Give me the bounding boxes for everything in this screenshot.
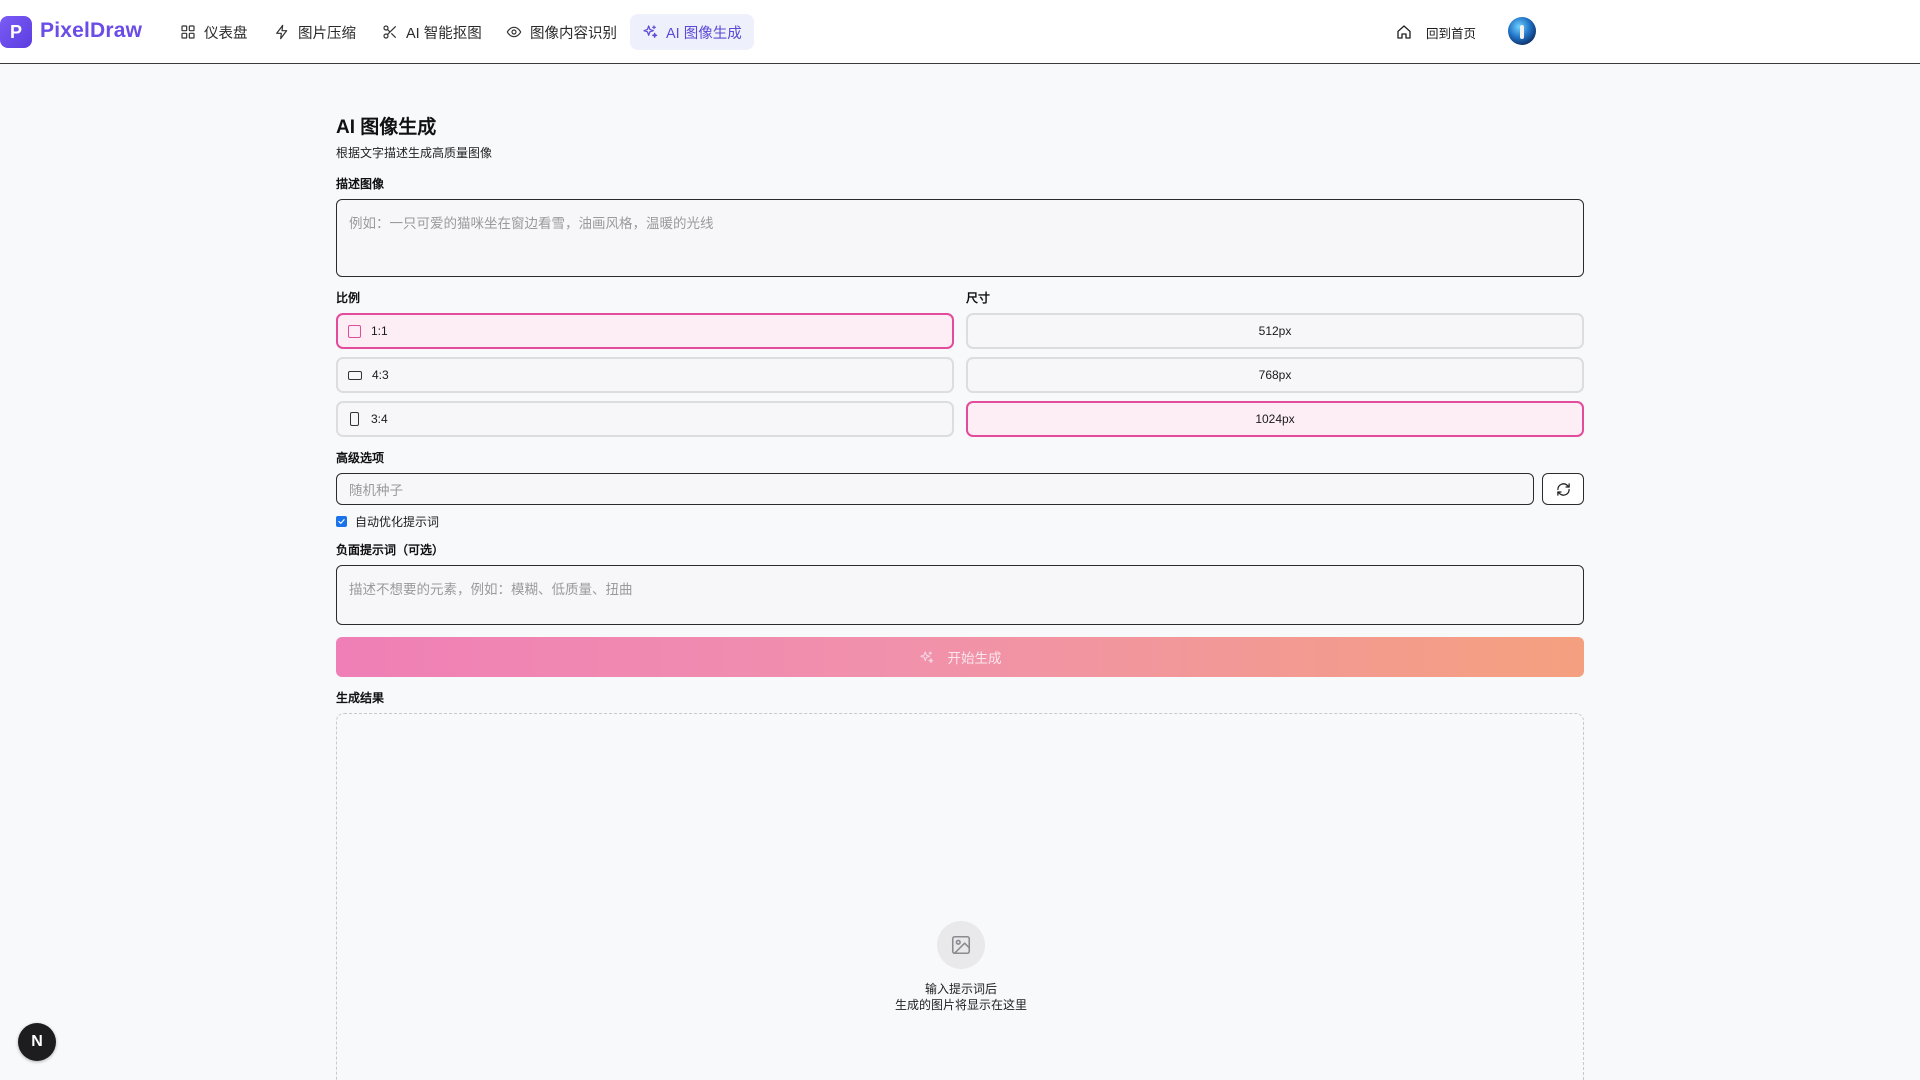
sparkles-icon (919, 650, 933, 663)
eye-icon (506, 26, 522, 38)
empty-state-line-2: 生成的图片将显示在这里 (894, 998, 1027, 1012)
nav-item-recognition[interactable]: 图像内容识别 (494, 14, 629, 50)
home-label: 回到首页 (1426, 26, 1477, 41)
logo-badge[interactable]: P (0, 16, 32, 48)
ratio-option-3-4[interactable]: 3:4 (336, 401, 954, 437)
avatar[interactable] (1508, 17, 1536, 45)
random-seed-button[interactable] (1542, 473, 1584, 505)
square-icon (348, 324, 361, 338)
prompt-textarea[interactable]: 例如：一只可爱的猫咪坐在窗边看雪，油画风格，温暖的光线 (336, 199, 1584, 277)
home-icon (1397, 25, 1411, 39)
refresh-icon (1556, 482, 1570, 496)
seed-placeholder: 随机种子 (349, 483, 403, 498)
nav-item-ai-generate[interactable]: AI 图像生成 (630, 14, 754, 50)
ratio-option-label: 3:4 (371, 412, 388, 426)
brand-name[interactable]: PixelDraw (40, 19, 142, 43)
size-option-label: 1024px (1255, 412, 1295, 426)
result-label: 生成结果 (336, 691, 385, 705)
nav-item-cutout[interactable]: AI 智能抠图 (370, 14, 494, 50)
empty-state-line-1: 输入提示词后 (924, 982, 997, 996)
portrait-rect-icon (350, 412, 359, 426)
size-option-1024[interactable]: 1024px (966, 401, 1584, 437)
page-title: AI 图像生成 (336, 117, 437, 138)
prompt-label: 描述图像 (336, 177, 385, 191)
check-icon (338, 519, 345, 524)
nav-label: AI 智能抠图 (406, 25, 482, 42)
top-navbar: P PixelDraw 仪表盘 图片压缩 AI 智能抠图 图像内容识别 AI 图… (0, 0, 1920, 64)
sparkles-icon (643, 25, 658, 38)
nav-label: 图像内容识别 (530, 25, 617, 42)
negative-prompt-textarea[interactable]: 描述不想要的元素，例如：模糊、低质量、扭曲 (336, 565, 1584, 625)
page-subtitle: 根据文字描述生成高质量图像 (336, 146, 493, 160)
size-option-label: 768px (1258, 368, 1292, 382)
size-label: 尺寸 (966, 291, 991, 305)
scissors-icon (383, 25, 396, 39)
zap-icon (276, 24, 288, 40)
nav-item-compress[interactable]: 图片压缩 (262, 14, 368, 50)
advanced-label: 高级选项 (336, 451, 385, 465)
dev-indicator-badge[interactable]: N (18, 1023, 56, 1061)
ratio-option-label: 1:1 (371, 324, 388, 338)
image-icon (951, 935, 971, 955)
auto-optimize-row: 自动优化提示词 (336, 513, 439, 530)
ratio-option-1-1[interactable]: 1:1 (336, 313, 954, 349)
negative-prompt-label: 负面提示词（可选） (336, 543, 445, 557)
size-option-512[interactable]: 512px (966, 313, 1584, 349)
seed-input[interactable]: 随机种子 (336, 473, 1534, 505)
landscape-rect-icon (348, 370, 362, 380)
prompt-placeholder: 例如：一只可爱的猫咪坐在窗边看雪，油画风格，温暖的光线 (349, 216, 714, 231)
home-link[interactable]: 回到首页 (1396, 20, 1476, 44)
image-placeholder (937, 921, 985, 969)
generate-button[interactable]: 开始生成 (336, 637, 1584, 677)
nav-label: AI 图像生成 (666, 25, 742, 42)
ratio-option-label: 4:3 (372, 368, 389, 382)
ratio-label: 比例 (336, 291, 361, 305)
negative-placeholder: 描述不想要的元素，例如：模糊、低质量、扭曲 (349, 582, 633, 597)
generate-label: 开始生成 (947, 651, 1002, 666)
result-area: 输入提示词后 生成的图片将显示在这里 (336, 713, 1584, 1080)
nav-label: 仪表盘 (204, 25, 248, 42)
size-option-label: 512px (1258, 324, 1292, 338)
auto-optimize-label: 自动优化提示词 (355, 515, 440, 529)
nav-item-dashboard[interactable]: 仪表盘 (168, 14, 260, 50)
size-option-768[interactable]: 768px (966, 357, 1584, 393)
grid-icon (181, 25, 195, 39)
auto-optimize-checkbox[interactable] (336, 516, 347, 527)
nav-label: 图片压缩 (298, 25, 356, 42)
ratio-option-4-3[interactable]: 4:3 (336, 357, 954, 393)
